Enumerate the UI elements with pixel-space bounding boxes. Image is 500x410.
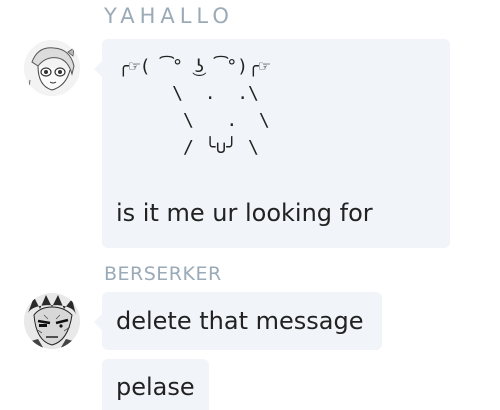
message-text: is it me ur looking for bbox=[116, 199, 373, 227]
sender-name[interactable]: YAHALLO bbox=[104, 4, 234, 28]
chat-log: YAHALLO ╭☞( ͡° ͜ʖ ͡°)╭☞ \ . .\ \ . \ / ╰… bbox=[0, 0, 500, 410]
sender-name[interactable]: BERSERKER bbox=[104, 263, 222, 285]
avatar-manga-icon bbox=[24, 293, 80, 349]
ascii-art: ╭☞( ͡° ͜ʖ ͡°)╭☞ \ . .\ \ . \ / ╰∪╯ \ bbox=[118, 56, 270, 158]
message-text: pelase bbox=[116, 373, 195, 401]
message-bubble[interactable]: ╭☞( ͡° ͜ʖ ͡°)╭☞ \ . .\ \ . \ / ╰∪╯ \ is … bbox=[94, 39, 450, 248]
berserker-manga-avatar-icon[interactable] bbox=[24, 293, 80, 349]
message-text: delete that message bbox=[116, 307, 364, 335]
message-bubble[interactable]: delete that message bbox=[94, 292, 382, 350]
anime-girl-sketch-avatar-icon[interactable] bbox=[24, 40, 80, 96]
avatar-sketch-icon bbox=[24, 40, 80, 96]
message-bubble[interactable]: pelase bbox=[102, 359, 209, 410]
